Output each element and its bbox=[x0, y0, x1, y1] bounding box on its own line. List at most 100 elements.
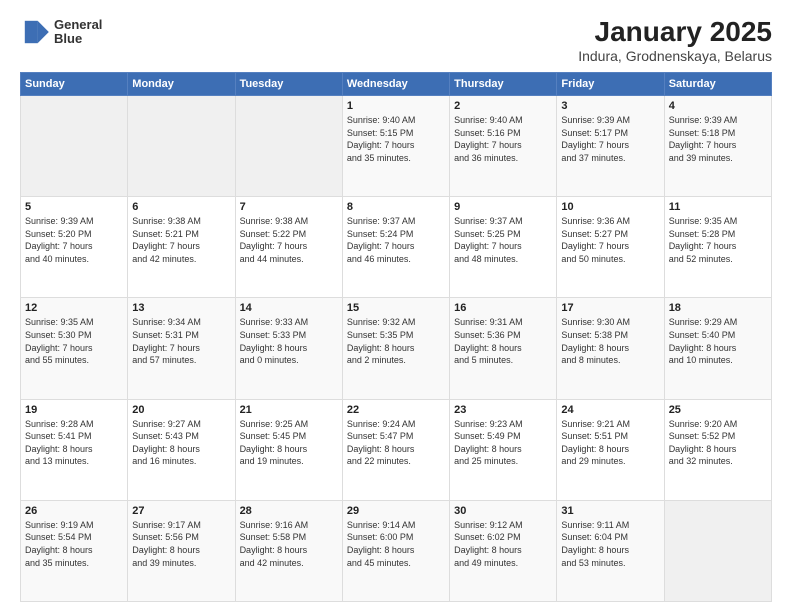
day-info: Sunrise: 9:39 AM Sunset: 5:18 PM Dayligh… bbox=[669, 114, 767, 164]
calendar-cell: 30 Sunrise: 9:12 AM Sunset: 6:02 PM Dayli… bbox=[450, 500, 557, 601]
day-info: Sunrise: 9:35 AM Sunset: 5:30 PM Dayligh… bbox=[25, 316, 123, 366]
weekday-header-monday: Monday bbox=[128, 73, 235, 96]
calendar-cell: 5 Sunrise: 9:39 AM Sunset: 5:20 PM Daylig… bbox=[21, 197, 128, 298]
day-info: Sunrise: 9:16 AM Sunset: 5:58 PM Dayligh… bbox=[240, 519, 338, 569]
calendar-header: SundayMondayTuesdayWednesdayThursdayFrid… bbox=[21, 73, 772, 96]
day-info: Sunrise: 9:37 AM Sunset: 5:25 PM Dayligh… bbox=[454, 215, 552, 265]
calendar-cell: 2 Sunrise: 9:40 AM Sunset: 5:16 PM Daylig… bbox=[450, 96, 557, 197]
day-number: 20 bbox=[132, 404, 230, 416]
weekday-header-sunday: Sunday bbox=[21, 73, 128, 96]
day-info: Sunrise: 9:40 AM Sunset: 5:16 PM Dayligh… bbox=[454, 114, 552, 164]
day-number: 26 bbox=[25, 505, 123, 517]
day-info: Sunrise: 9:24 AM Sunset: 5:47 PM Dayligh… bbox=[347, 418, 445, 468]
day-info: Sunrise: 9:23 AM Sunset: 5:49 PM Dayligh… bbox=[454, 418, 552, 468]
day-number: 22 bbox=[347, 404, 445, 416]
title-block: January 2025 Indura, Grodnenskaya, Belar… bbox=[578, 16, 772, 64]
day-number: 24 bbox=[561, 404, 659, 416]
day-info: Sunrise: 9:31 AM Sunset: 5:36 PM Dayligh… bbox=[454, 316, 552, 366]
day-number: 16 bbox=[454, 302, 552, 314]
calendar-cell bbox=[664, 500, 771, 601]
calendar-cell: 6 Sunrise: 9:38 AM Sunset: 5:21 PM Daylig… bbox=[128, 197, 235, 298]
day-number: 5 bbox=[25, 201, 123, 213]
day-number: 23 bbox=[454, 404, 552, 416]
day-info: Sunrise: 9:21 AM Sunset: 5:51 PM Dayligh… bbox=[561, 418, 659, 468]
calendar-cell: 21Sunrise: 9:25 AM Sunset: 5:45 PM Dayli… bbox=[235, 399, 342, 500]
day-number: 13 bbox=[132, 302, 230, 314]
calendar-cell: 9 Sunrise: 9:37 AM Sunset: 5:25 PM Daylig… bbox=[450, 197, 557, 298]
day-number: 18 bbox=[669, 302, 767, 314]
calendar-cell: 12Sunrise: 9:35 AM Sunset: 5:30 PM Dayli… bbox=[21, 298, 128, 399]
day-info: Sunrise: 9:39 AM Sunset: 5:17 PM Dayligh… bbox=[561, 114, 659, 164]
day-number: 2 bbox=[454, 100, 552, 112]
day-number: 8 bbox=[347, 201, 445, 213]
week-row-2: 12Sunrise: 9:35 AM Sunset: 5:30 PM Dayli… bbox=[21, 298, 772, 399]
day-info: Sunrise: 9:38 AM Sunset: 5:21 PM Dayligh… bbox=[132, 215, 230, 265]
calendar-cell: 22 Sunrise: 9:24 AM Sunset: 5:47 PM Dayli… bbox=[342, 399, 449, 500]
calendar-cell: 31 Sunrise: 9:11 AM Sunset: 6:04 PM Dayli… bbox=[557, 500, 664, 601]
day-info: Sunrise: 9:19 AM Sunset: 5:54 PM Dayligh… bbox=[25, 519, 123, 569]
day-info: Sunrise: 9:38 AM Sunset: 5:22 PM Dayligh… bbox=[240, 215, 338, 265]
day-info: Sunrise: 9:40 AM Sunset: 5:15 PM Dayligh… bbox=[347, 114, 445, 164]
calendar-cell: 25 Sunrise: 9:20 AM Sunset: 5:52 PM Dayli… bbox=[664, 399, 771, 500]
calendar-cell: 16 Sunrise: 9:31 AM Sunset: 5:36 PM Dayli… bbox=[450, 298, 557, 399]
calendar-cell: 26 Sunrise: 9:19 AM Sunset: 5:54 PM Dayli… bbox=[21, 500, 128, 601]
day-number: 6 bbox=[132, 201, 230, 213]
day-info: Sunrise: 9:28 AM Sunset: 5:41 PM Dayligh… bbox=[25, 418, 123, 468]
calendar-cell: 3 Sunrise: 9:39 AM Sunset: 5:17 PM Daylig… bbox=[557, 96, 664, 197]
calendar-cell: 24 Sunrise: 9:21 AM Sunset: 5:51 PM Dayli… bbox=[557, 399, 664, 500]
day-info: Sunrise: 9:12 AM Sunset: 6:02 PM Dayligh… bbox=[454, 519, 552, 569]
page: General Blue January 2025 Indura, Grodne… bbox=[0, 0, 792, 612]
day-info: Sunrise: 9:39 AM Sunset: 5:20 PM Dayligh… bbox=[25, 215, 123, 265]
calendar-cell: 7 Sunrise: 9:38 AM Sunset: 5:22 PM Daylig… bbox=[235, 197, 342, 298]
day-info: Sunrise: 9:17 AM Sunset: 5:56 PM Dayligh… bbox=[132, 519, 230, 569]
week-row-0: 1 Sunrise: 9:40 AM Sunset: 5:15 PM Daylig… bbox=[21, 96, 772, 197]
logo-line2: Blue bbox=[54, 32, 102, 46]
day-info: Sunrise: 9:25 AM Sunset: 5:45 PM Dayligh… bbox=[240, 418, 338, 468]
day-info: Sunrise: 9:35 AM Sunset: 5:28 PM Dayligh… bbox=[669, 215, 767, 265]
day-number: 3 bbox=[561, 100, 659, 112]
calendar-title: January 2025 bbox=[578, 16, 772, 48]
calendar-cell bbox=[21, 96, 128, 197]
calendar-body: 1 Sunrise: 9:40 AM Sunset: 5:15 PM Daylig… bbox=[21, 96, 772, 602]
day-number: 9 bbox=[454, 201, 552, 213]
weekday-header-tuesday: Tuesday bbox=[235, 73, 342, 96]
weekday-header-wednesday: Wednesday bbox=[342, 73, 449, 96]
day-number: 31 bbox=[561, 505, 659, 517]
weekday-header-saturday: Saturday bbox=[664, 73, 771, 96]
day-number: 15 bbox=[347, 302, 445, 314]
calendar-cell: 18 Sunrise: 9:29 AM Sunset: 5:40 PM Dayli… bbox=[664, 298, 771, 399]
day-info: Sunrise: 9:11 AM Sunset: 6:04 PM Dayligh… bbox=[561, 519, 659, 569]
day-info: Sunrise: 9:37 AM Sunset: 5:24 PM Dayligh… bbox=[347, 215, 445, 265]
header: General Blue January 2025 Indura, Grodne… bbox=[20, 16, 772, 64]
calendar-cell: 19Sunrise: 9:28 AM Sunset: 5:41 PM Dayli… bbox=[21, 399, 128, 500]
day-info: Sunrise: 9:36 AM Sunset: 5:27 PM Dayligh… bbox=[561, 215, 659, 265]
calendar-cell: 11 Sunrise: 9:35 AM Sunset: 5:28 PM Dayli… bbox=[664, 197, 771, 298]
weekday-header-friday: Friday bbox=[557, 73, 664, 96]
day-number: 11 bbox=[669, 201, 767, 213]
day-number: 30 bbox=[454, 505, 552, 517]
week-row-3: 19Sunrise: 9:28 AM Sunset: 5:41 PM Dayli… bbox=[21, 399, 772, 500]
day-info: Sunrise: 9:27 AM Sunset: 5:43 PM Dayligh… bbox=[132, 418, 230, 468]
day-info: Sunrise: 9:29 AM Sunset: 5:40 PM Dayligh… bbox=[669, 316, 767, 366]
day-number: 7 bbox=[240, 201, 338, 213]
day-number: 1 bbox=[347, 100, 445, 112]
logo: General Blue bbox=[20, 16, 102, 48]
calendar-cell: 4Sunrise: 9:39 AM Sunset: 5:18 PM Daylig… bbox=[664, 96, 771, 197]
day-info: Sunrise: 9:20 AM Sunset: 5:52 PM Dayligh… bbox=[669, 418, 767, 468]
calendar-cell: 28 Sunrise: 9:16 AM Sunset: 5:58 PM Dayli… bbox=[235, 500, 342, 601]
day-info: Sunrise: 9:14 AM Sunset: 6:00 PM Dayligh… bbox=[347, 519, 445, 569]
day-info: Sunrise: 9:34 AM Sunset: 5:31 PM Dayligh… bbox=[132, 316, 230, 366]
day-info: Sunrise: 9:33 AM Sunset: 5:33 PM Dayligh… bbox=[240, 316, 338, 366]
logo-icon bbox=[20, 16, 52, 48]
day-info: Sunrise: 9:32 AM Sunset: 5:35 PM Dayligh… bbox=[347, 316, 445, 366]
calendar-subtitle: Indura, Grodnenskaya, Belarus bbox=[578, 48, 772, 64]
day-number: 10 bbox=[561, 201, 659, 213]
calendar-cell: 10 Sunrise: 9:36 AM Sunset: 5:27 PM Dayli… bbox=[557, 197, 664, 298]
calendar-cell: 29Sunrise: 9:14 AM Sunset: 6:00 PM Dayli… bbox=[342, 500, 449, 601]
calendar-cell: 1 Sunrise: 9:40 AM Sunset: 5:15 PM Daylig… bbox=[342, 96, 449, 197]
day-number: 25 bbox=[669, 404, 767, 416]
calendar-cell: 27Sunrise: 9:17 AM Sunset: 5:56 PM Dayli… bbox=[128, 500, 235, 601]
day-number: 28 bbox=[240, 505, 338, 517]
calendar-cell: 13 Sunrise: 9:34 AM Sunset: 5:31 PM Dayli… bbox=[128, 298, 235, 399]
calendar-cell bbox=[128, 96, 235, 197]
